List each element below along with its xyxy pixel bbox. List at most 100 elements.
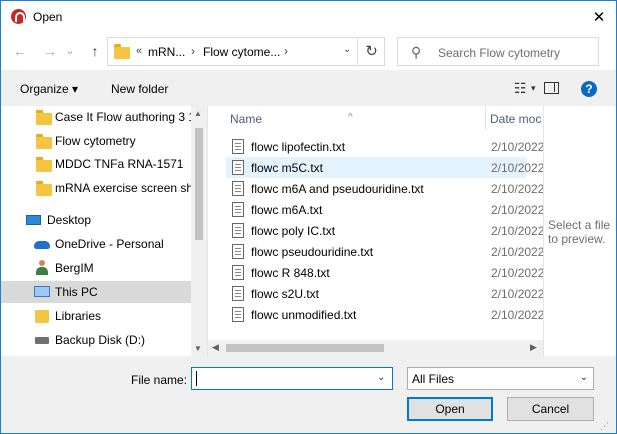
back-arrow-icon: ← <box>13 43 27 59</box>
scroll-down-icon[interactable]: ▼ <box>194 344 202 353</box>
text-file-icon <box>232 265 244 280</box>
breadcrumb-segment[interactable]: Flow cytome... <box>203 45 280 59</box>
back-button[interactable]: ← <box>10 41 30 61</box>
navigation-bar: ← → ⌄ ↑ « mRN... › Flow cytome... › ⌄ ↻ … <box>1 32 616 70</box>
address-overflow-button[interactable]: « <box>136 45 142 57</box>
text-file-icon <box>232 223 244 238</box>
scroll-up-icon[interactable]: ▲ <box>194 109 202 118</box>
search-icon: ⚲ <box>411 44 422 60</box>
file-name: flowc lipofectin.txt <box>251 140 346 154</box>
computer-icon <box>34 286 50 297</box>
search-input[interactable]: Search Flow cytometry <box>438 46 560 60</box>
file-row[interactable]: flowc lipofectin.txt 2/10/2022 <box>226 136 543 157</box>
up-button[interactable]: ↑ <box>85 41 105 61</box>
refresh-button[interactable]: ↻ <box>357 38 385 65</box>
address-bar[interactable]: « mRN... › Flow cytome... › ⌄ ↻ <box>107 37 385 66</box>
search-box[interactable]: ⚲ Search Flow cytometry <box>397 37 599 66</box>
file-name: flowc m5C.txt <box>251 161 324 175</box>
refresh-icon: ↻ <box>365 43 378 60</box>
breadcrumb-separator: › <box>284 44 288 58</box>
file-list-horizontal-scrollbar[interactable]: ◀ ▶ <box>208 340 543 356</box>
file-date: 2/10/2022 <box>491 161 543 175</box>
file-date: 2/10/2022 <box>491 182 543 196</box>
chevron-down-icon: ⌄ <box>579 372 588 383</box>
sidebar-scroll-thumb[interactable] <box>195 128 203 240</box>
sidebar-item-label: Libraries <box>55 309 102 323</box>
sidebar-item-libraries[interactable]: Libraries <box>1 305 191 327</box>
preview-pane: Select a file to preview. <box>543 106 616 356</box>
sidebar-item-case-it-flow[interactable]: Case It Flow authoring 3 1 <box>1 106 191 128</box>
sidebar-item-label: Flow cytometry <box>55 134 136 148</box>
app-icon <box>11 9 26 24</box>
scroll-left-icon[interactable]: ◀ <box>212 342 219 353</box>
preview-pane-icon[interactable] <box>544 82 559 94</box>
forward-button[interactable]: → <box>40 41 60 61</box>
file-row[interactable]: flowc poly IC.txt 2/10/2022 <box>226 220 543 241</box>
organize-button[interactable]: Organize ▾ <box>20 82 78 96</box>
close-button[interactable]: ✕ <box>582 1 616 32</box>
file-date: 2/10/2022 <box>491 287 543 301</box>
file-name-dropdown-button[interactable]: ⌄ <box>377 372 385 383</box>
title-bar: Open ✕ <box>1 1 616 32</box>
sidebar-scrollbar[interactable]: ▲ ▼ <box>191 106 207 356</box>
sidebar-item-mddc[interactable]: MDDC TNFa RNA-1571 <box>1 153 191 175</box>
file-row[interactable]: flowc m6A.txt 2/10/2022 <box>226 199 543 220</box>
column-header-label: Date moc <box>490 112 542 126</box>
breadcrumb-segment[interactable]: mRN... <box>148 45 185 59</box>
text-file-icon <box>232 139 244 154</box>
column-header-date[interactable]: Date moc <box>486 106 543 130</box>
sidebar-item-label: Desktop <box>47 213 92 227</box>
dialog-footer: File name: ⌄ All Files ⌄ Open Cancel ⋰ <box>1 356 616 433</box>
sidebar-item-flow-cytometry[interactable]: Flow cytometry <box>1 130 191 152</box>
file-date: 2/10/2022 <box>491 203 543 217</box>
file-date: 2/10/2022 <box>491 140 543 154</box>
sidebar-item-backup-disk[interactable]: Backup Disk (D:) <box>1 329 191 351</box>
folder-icon <box>36 181 52 196</box>
text-file-icon <box>232 286 244 301</box>
sidebar-item-this-pc[interactable]: This PC <box>1 281 191 303</box>
file-date: 2/10/2022 <box>491 266 543 280</box>
folder-icon <box>36 110 52 125</box>
sidebar-item-onedrive[interactable]: OneDrive - Personal <box>1 233 191 255</box>
preview-message: Select a file to preview. <box>548 218 610 246</box>
sidebar-item-label: BergIM <box>55 261 94 275</box>
breadcrumb-separator: › <box>191 44 195 58</box>
sidebar-item-mrna-exercise[interactable]: mRNA exercise screen sho <box>1 177 191 199</box>
column-header-label: Name <box>230 112 263 126</box>
recent-locations-button[interactable]: ⌄ <box>63 41 77 61</box>
file-name: flowc unmodified.txt <box>251 308 357 322</box>
view-options-icon[interactable]: ☷ <box>514 80 527 97</box>
sidebar-item-desktop[interactable]: Desktop <box>1 209 191 231</box>
sidebar-item-bergim[interactable]: BergIM <box>1 257 191 279</box>
new-folder-button[interactable]: New folder <box>111 82 168 96</box>
preview-message-line: to preview. <box>548 232 606 246</box>
address-dropdown-button[interactable]: ⌄ <box>343 44 351 55</box>
file-row[interactable]: flowc unmodified.txt 2/10/2022 <box>226 304 543 325</box>
view-dropdown-icon[interactable]: ▾ <box>531 83 536 94</box>
chevron-down-icon: ⌄ <box>65 45 75 57</box>
file-type-select[interactable]: All Files ⌄ <box>407 367 594 390</box>
desktop-icon <box>26 215 41 225</box>
file-name-input[interactable] <box>191 367 393 390</box>
file-row[interactable]: flowc pseudouridine.txt 2/10/2022 <box>226 241 543 262</box>
file-date: 2/10/2022 <box>491 224 543 238</box>
text-cursor <box>196 371 197 386</box>
folder-icon <box>36 157 52 172</box>
file-row[interactable]: flowc m6A and pseudouridine.txt 2/10/202… <box>226 178 543 199</box>
file-row[interactable]: flowc R 848.txt 2/10/2022 <box>226 262 543 283</box>
help-icon[interactable]: ? <box>581 81 597 97</box>
chevron-down-icon: ⌄ <box>377 372 386 383</box>
file-name: flowc R 848.txt <box>251 266 330 280</box>
sidebar-item-label: Backup Disk (D:) <box>55 333 146 347</box>
cancel-button[interactable]: Cancel <box>507 397 594 421</box>
sidebar-item-label: MDDC TNFa RNA-1571 <box>55 157 184 171</box>
file-row[interactable]: flowc s2U.txt 2/10/2022 <box>226 283 543 304</box>
scroll-right-icon[interactable]: ▶ <box>530 342 537 353</box>
file-row[interactable]: flowc m5C.txt 2/10/2022 <box>226 157 543 178</box>
window-title: Open <box>33 10 63 24</box>
file-name-label: File name: <box>131 373 188 387</box>
open-button[interactable]: Open <box>407 397 493 421</box>
resize-grip-icon[interactable]: ⋰ <box>600 421 609 432</box>
column-header-name[interactable]: Name ^ <box>208 106 485 130</box>
file-list-scroll-thumb[interactable] <box>226 344 384 352</box>
